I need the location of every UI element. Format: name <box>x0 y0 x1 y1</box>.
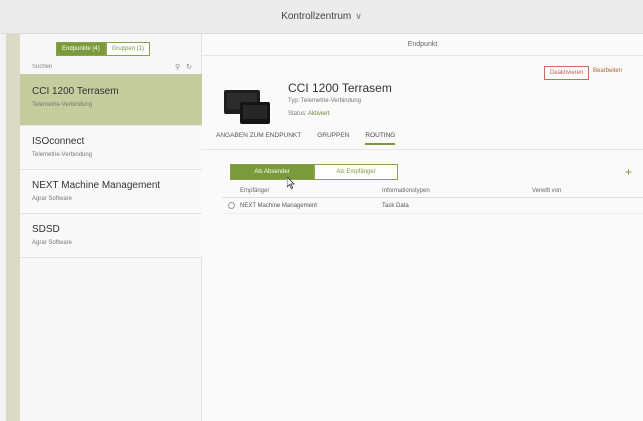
sidebar: Endpunkte (4) Gruppen (1) ⚲ ↻ CCI 1200 T… <box>20 34 202 421</box>
search-input[interactable] <box>32 64 169 70</box>
endpoint-name: CCI 1200 Terrasem <box>32 86 119 97</box>
status-badge: Aktiviert <box>308 111 330 117</box>
tab-groups[interactable]: GRUPPEN <box>317 132 349 145</box>
app-window: Kontrollzentrum ∨ Endpunkte (4) Gruppen … <box>0 0 643 421</box>
routing-table: Empfänger Informationstypen Verwltt von … <box>222 184 643 214</box>
endpoint-list: CCI 1200 Terrasem Telemetrie-Verbindung … <box>20 74 202 258</box>
list-item[interactable]: SDSD Agrar Software <box>20 214 202 258</box>
as-receiver-button[interactable]: Als Empfänger <box>314 164 398 180</box>
endpoint-type: Agrar Software <box>32 240 73 246</box>
column-header[interactable]: Informationstypen <box>382 188 532 194</box>
segment-groups[interactable]: Gruppen (1) <box>105 42 151 56</box>
endpoint-detail: Endpunkt Deaktivieren Bearbeiten CCI 120… <box>202 34 643 421</box>
tab-details[interactable]: ANGABEN ZUM ENDPUNKT <box>216 132 301 145</box>
refresh-icon[interactable]: ↻ <box>186 63 192 71</box>
list-item[interactable]: CCI 1200 Terrasem Telemetrie-Verbindung <box>20 74 202 126</box>
status-label: Status: <box>288 111 307 117</box>
segment-endpoints[interactable]: Endpunkte (4) <box>56 42 106 56</box>
left-strip <box>6 34 20 421</box>
top-bar: Kontrollzentrum ∨ <box>0 0 643 34</box>
divider <box>202 149 643 150</box>
device-type: Typ: Telemetrie-Verbindung <box>288 98 361 104</box>
topbar-title: Kontrollzentrum <box>281 11 352 22</box>
endpoint-type: Telemetrie-Verbindung <box>32 152 93 158</box>
as-sender-button[interactable]: Als Absender <box>230 164 314 180</box>
sidebar-segment: Endpunkte (4) Gruppen (1) <box>56 42 151 56</box>
chevron-down-icon: ∨ <box>355 11 362 21</box>
search-row: ⚲ ↻ <box>20 60 202 74</box>
device-image <box>224 90 270 124</box>
endpoint-name: ISOconnect <box>32 136 85 147</box>
table-header: Empfänger Informationstypen Verwltt von <box>222 184 643 198</box>
device-status: Status: Aktiviert <box>288 111 329 117</box>
cell-info-types: Task Data <box>382 202 409 209</box>
edit-button[interactable]: Bearbeiten <box>593 68 622 74</box>
context-switcher[interactable]: Kontrollzentrum ∨ <box>281 11 362 22</box>
row-select <box>222 202 240 209</box>
detail-tabs: ANGABEN ZUM ENDPUNKT GRUPPEN ROUTING <box>216 132 396 145</box>
panel-title: Endpunkt <box>202 34 643 56</box>
add-route-button[interactable]: + <box>625 165 632 179</box>
column-header[interactable]: Empfänger <box>240 188 382 194</box>
deactivate-button[interactable]: Deaktivieren <box>544 66 590 80</box>
tab-routing[interactable]: ROUTING <box>365 132 396 145</box>
row-radio[interactable] <box>227 202 235 209</box>
table-row[interactable]: NEXT Machine Management Task Data <box>222 198 643 214</box>
device-title: CCI 1200 Terrasem <box>288 81 392 95</box>
endpoint-name: SDSD <box>32 224 60 235</box>
list-item[interactable]: NEXT Machine Management Agrar Software <box>20 170 202 214</box>
column-header[interactable]: Verwltt von <box>532 188 632 194</box>
list-item[interactable]: ISOconnect Telemetrie-Verbindung <box>20 126 202 170</box>
endpoint-name: NEXT Machine Management <box>32 180 161 191</box>
endpoint-type: Agrar Software <box>32 196 73 202</box>
cell-receiver: NEXT Machine Management <box>240 202 317 209</box>
mouse-pointer-icon <box>287 177 295 189</box>
search-icon[interactable]: ⚲ <box>175 63 180 71</box>
endpoint-type: Telemetrie-Verbindung <box>32 102 93 108</box>
routing-toggle: Als Absender Als Empfänger <box>230 164 398 180</box>
